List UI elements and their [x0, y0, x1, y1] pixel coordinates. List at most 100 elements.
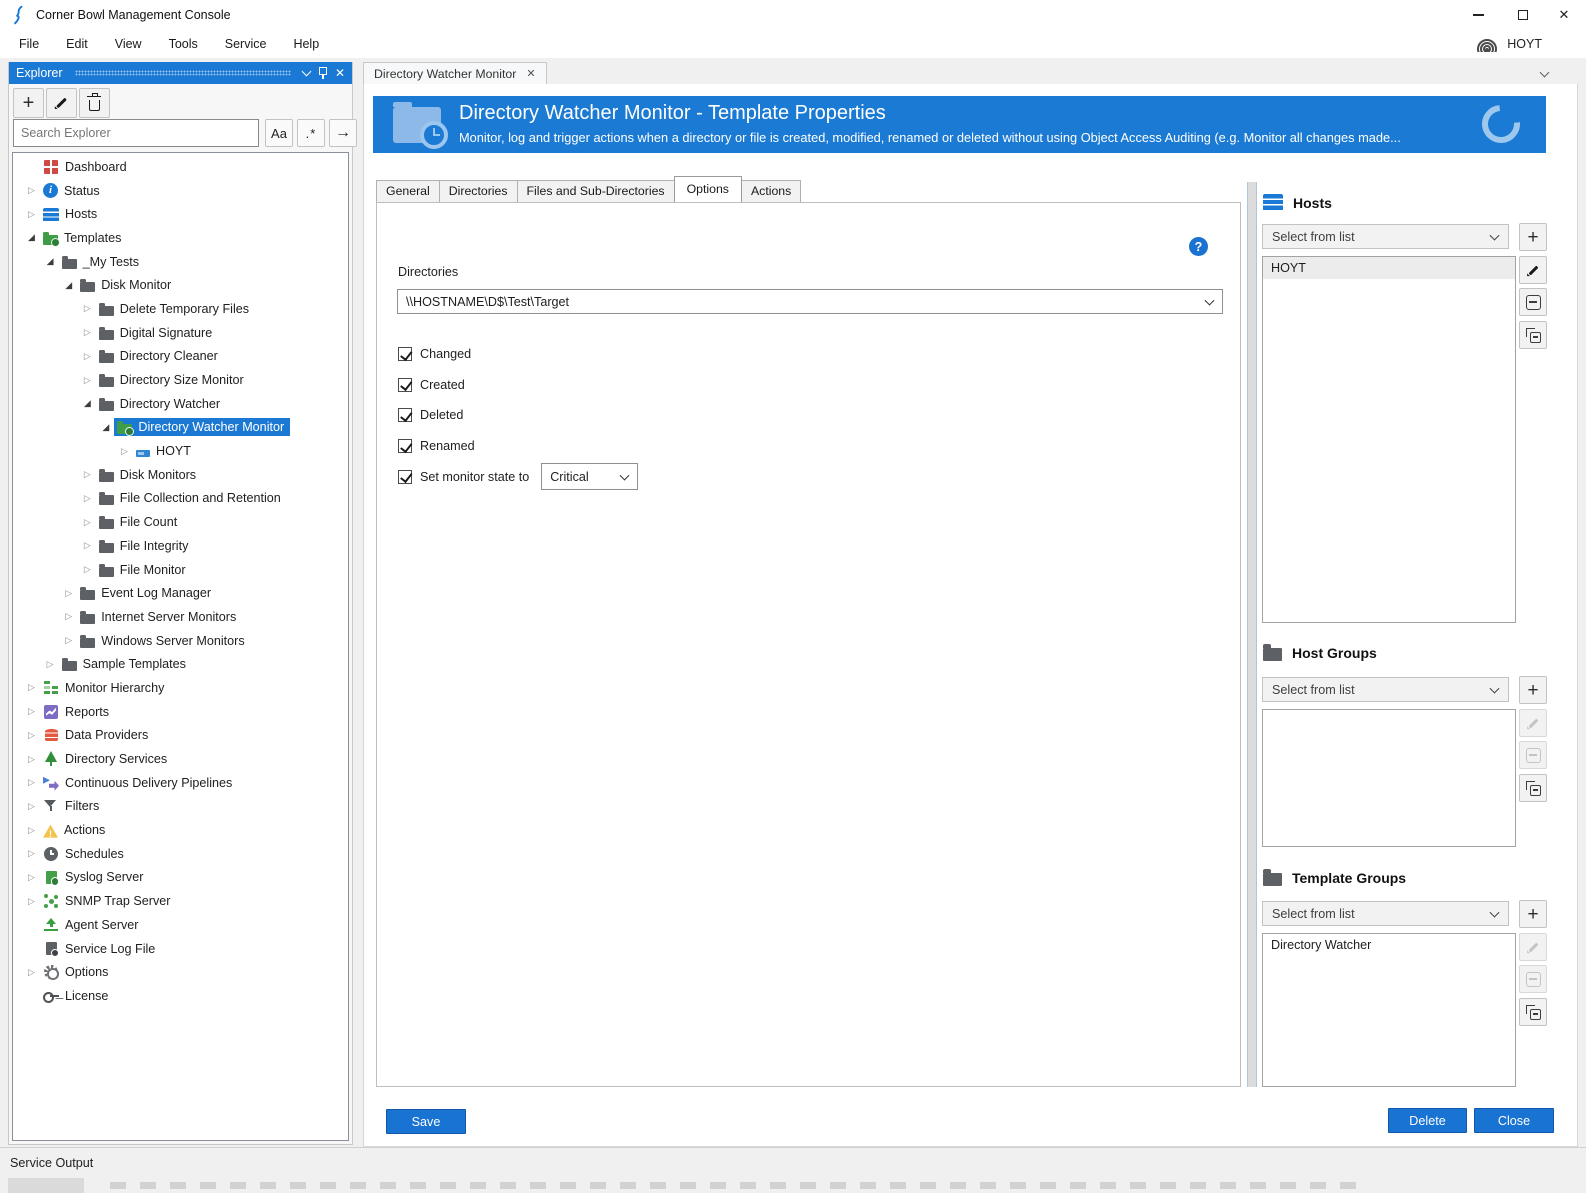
maximize-button[interactable]	[1507, 4, 1539, 26]
tree-item-delete-temporary-files[interactable]: ▷Delete Temporary Files	[13, 297, 348, 321]
tree-item-file-monitor[interactable]: ▷File Monitor	[13, 558, 348, 582]
tree-item-license[interactable]: License	[13, 984, 348, 1008]
expander-collapsed-icon[interactable]: ▷	[23, 872, 40, 883]
checkbox-set-monitor-state-to[interactable]	[398, 470, 412, 484]
tree-item-hosts[interactable]: ▷Hosts	[13, 202, 348, 226]
delete-button[interactable]	[79, 88, 110, 118]
tree-item-directory-cleaner[interactable]: ▷Directory Cleaner	[13, 345, 348, 369]
close-window-button[interactable]: ✕	[1548, 4, 1580, 26]
host-groups-dropdown[interactable]: Select from list	[1262, 677, 1509, 702]
tree-item-schedules[interactable]: ▷Schedules	[13, 842, 348, 866]
tree-item-hoyt[interactable]: ▷HOYT	[13, 439, 348, 463]
hosts-remove-button[interactable]	[1519, 288, 1547, 316]
tree-item-filters[interactable]: ▷Filters	[13, 795, 348, 819]
pin-icon[interactable]	[318, 67, 327, 79]
tree-item-dashboard[interactable]: Dashboard	[13, 155, 348, 179]
hosts-add-button[interactable]: +	[1519, 223, 1547, 251]
tree-item-file-integrity[interactable]: ▷File Integrity	[13, 534, 348, 558]
tree-item-status[interactable]: ▷Status	[13, 179, 348, 203]
checkbox-deleted[interactable]	[398, 408, 412, 422]
template-groups-add-button[interactable]: +	[1519, 900, 1547, 928]
expander-collapsed-icon[interactable]: ▷	[23, 706, 40, 717]
tree-item-service-log-file[interactable]: Service Log File	[13, 937, 348, 961]
tab-files-and-sub-directories[interactable]: Files and Sub-Directories	[517, 180, 675, 202]
tree-item-internet-server-monitors[interactable]: ▷Internet Server Monitors	[13, 605, 348, 629]
expander-collapsed-icon[interactable]: ▷	[42, 659, 59, 670]
tree-item-digital-signature[interactable]: ▷Digital Signature	[13, 321, 348, 345]
host-groups-copy-button[interactable]	[1519, 774, 1547, 802]
search-go-button[interactable]: →	[329, 119, 357, 147]
expander-collapsed-icon[interactable]: ▷	[23, 848, 40, 859]
host-groups-add-button[interactable]: +	[1519, 676, 1547, 704]
host-groups-edit-button[interactable]	[1519, 709, 1547, 737]
menu-file[interactable]: File	[6, 31, 53, 57]
expander-collapsed-icon[interactable]: ▷	[116, 446, 133, 457]
tree-item-file-count[interactable]: ▷File Count	[13, 510, 348, 534]
expander-collapsed-icon[interactable]: ▷	[23, 825, 40, 836]
hosts-dropdown[interactable]: Select from list	[1262, 224, 1509, 249]
expander-collapsed-icon[interactable]: ▷	[79, 303, 96, 314]
monitor-state-dropdown[interactable]: Critical	[541, 463, 638, 490]
menu-service[interactable]: Service	[212, 31, 281, 57]
expander-expanded-icon[interactable]: ◢	[79, 398, 96, 409]
tree-item-syslog-server[interactable]: ▷Syslog Server	[13, 866, 348, 890]
tree-item-reports[interactable]: ▷Reports	[13, 700, 348, 724]
expander-collapsed-icon[interactable]: ▷	[79, 469, 96, 480]
tree-item-options[interactable]: ▷Options	[13, 960, 348, 984]
help-icon[interactable]: ?	[1189, 237, 1208, 256]
tree-item-directory-services[interactable]: ▷Directory Services	[13, 747, 348, 771]
menu-help[interactable]: Help	[280, 31, 333, 57]
expander-collapsed-icon[interactable]: ▷	[23, 185, 40, 196]
minimize-button[interactable]	[1462, 4, 1494, 26]
tab-directories[interactable]: Directories	[439, 180, 518, 202]
expander-collapsed-icon[interactable]: ▷	[23, 801, 40, 812]
tab-close-icon[interactable]: ✕	[526, 67, 535, 80]
expander-expanded-icon[interactable]: ◢	[23, 232, 40, 243]
tab-options[interactable]: Options	[674, 176, 742, 202]
expander-collapsed-icon[interactable]: ▷	[79, 375, 96, 386]
tab-actions[interactable]: Actions	[741, 180, 801, 202]
expander-collapsed-icon[interactable]: ▷	[23, 730, 40, 741]
tree-item-disk-monitors[interactable]: ▷Disk Monitors	[13, 463, 348, 487]
tree-item-actions[interactable]: ▷Actions	[13, 818, 348, 842]
expander-expanded-icon[interactable]: ◢	[42, 256, 59, 267]
tree-item-snmp-trap-server[interactable]: ▷SNMP Trap Server	[13, 889, 348, 913]
expander-collapsed-icon[interactable]: ▷	[23, 896, 40, 907]
expander-expanded-icon[interactable]: ◢	[97, 422, 114, 433]
directories-dropdown[interactable]: \\HOSTNAME\D$\Test\Target	[397, 289, 1223, 314]
match-case-button[interactable]: Aa	[265, 119, 293, 147]
tree-item-directory-size-monitor[interactable]: ▷Directory Size Monitor	[13, 368, 348, 392]
expander-collapsed-icon[interactable]: ▷	[23, 967, 40, 978]
expander-collapsed-icon[interactable]: ▷	[79, 351, 96, 362]
tree-item-my-tests[interactable]: ◢_My Tests	[13, 250, 348, 274]
host-groups-list[interactable]	[1262, 709, 1516, 847]
checkbox-renamed[interactable]	[398, 439, 412, 453]
expander-collapsed-icon[interactable]: ▷	[23, 682, 40, 693]
tab-general[interactable]: General	[376, 180, 440, 202]
list-item-directory-watcher[interactable]: Directory Watcher	[1263, 934, 1515, 956]
expander-collapsed-icon[interactable]: ▷	[79, 540, 96, 551]
tree-item-data-providers[interactable]: ▷Data Providers	[13, 724, 348, 748]
tree-item-continuous-delivery-pipelines[interactable]: ▷Continuous Delivery Pipelines	[13, 771, 348, 795]
host-groups-remove-button[interactable]	[1519, 741, 1547, 769]
expander-collapsed-icon[interactable]: ▷	[79, 327, 96, 338]
checkbox-created[interactable]	[398, 378, 412, 392]
hosts-edit-button[interactable]	[1519, 256, 1547, 284]
expander-collapsed-icon[interactable]: ▷	[60, 635, 77, 646]
template-groups-remove-button[interactable]	[1519, 965, 1547, 993]
tree-item-windows-server-monitors[interactable]: ▷Windows Server Monitors	[13, 629, 348, 653]
list-item-hoyt[interactable]: HOYT	[1263, 257, 1515, 279]
menu-tools[interactable]: Tools	[156, 31, 212, 57]
tab-list-chevron-icon[interactable]	[1540, 68, 1550, 78]
close-button[interactable]: Close	[1474, 1108, 1554, 1133]
hosts-list[interactable]: HOYT	[1262, 256, 1516, 623]
tree-item-directory-watcher-monitor[interactable]: ◢Directory Watcher Monitor	[13, 416, 348, 440]
delete-template-button[interactable]: Delete	[1388, 1108, 1467, 1133]
tree-item-directory-watcher[interactable]: ◢Directory Watcher	[13, 392, 348, 416]
close-panel-icon[interactable]: ✕	[335, 67, 345, 79]
tree-item-disk-monitor[interactable]: ◢Disk Monitor	[13, 273, 348, 297]
menu-edit[interactable]: Edit	[53, 31, 102, 57]
tree-item-event-log-manager[interactable]: ▷Event Log Manager	[13, 581, 348, 605]
checkbox-changed[interactable]	[398, 347, 412, 361]
expander-collapsed-icon[interactable]: ▷	[23, 754, 40, 765]
